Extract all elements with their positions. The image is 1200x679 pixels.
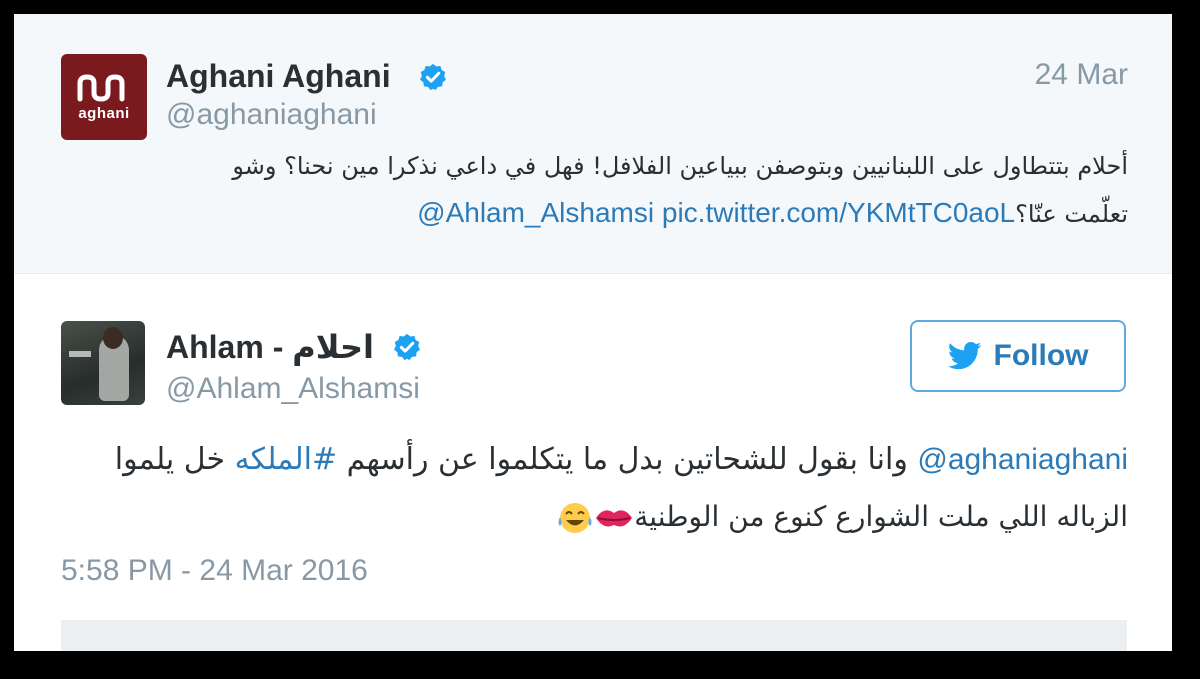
kiss-mark-icon <box>596 510 633 527</box>
avatar-caption-mark <box>69 351 91 357</box>
tweet-text-part2: خل يلموا <box>114 442 226 477</box>
tweet-timestamp[interactable]: 5:58 PM - 24 Mar 2016 <box>61 554 368 588</box>
aghani-logo-icon <box>77 73 125 102</box>
tweet-text-line2: الزباله اللي ملت الشوارع كنوع من الوطنية <box>48 500 1128 535</box>
follow-button[interactable]: Follow <box>910 320 1126 392</box>
quoted-author-name[interactable]: Aghani Aghani <box>166 58 391 95</box>
tweet-text-part3: الزباله اللي ملت الشوارع كنوع من الوطنية <box>634 500 1128 533</box>
ahlam-avatar[interactable] <box>61 321 145 405</box>
mention-link[interactable]: @Ahlam_Alshamsi <box>417 197 654 228</box>
pic-link[interactable]: pic.twitter.com/YKMtTC0aoL <box>662 197 1015 228</box>
quoted-tweet-text-arabic: تعلّمت عنّا؟ <box>1015 200 1128 228</box>
hashtag-link[interactable]: #الملكه <box>235 442 338 477</box>
verified-badge-icon <box>420 63 446 91</box>
follow-button-label: Follow <box>993 339 1089 372</box>
author-name[interactable]: Ahlam - احلام <box>166 328 374 366</box>
tweet-embed-card: aghani Aghani Aghani @aghaniaghani 24 Ma… <box>14 14 1172 651</box>
quoted-author-handle[interactable]: @aghaniaghani <box>166 98 377 132</box>
avatar-head <box>103 327 123 349</box>
quoted-tweet-date[interactable]: 24 Mar <box>1035 58 1128 92</box>
tweet-text-line1: @aghaniaghani وانا بقول للشحاتين بدل ما … <box>48 442 1128 477</box>
quoted-tweet-text-line1: أحلام بتتطاول على اللبنانيين وبتوصفن ببي… <box>232 152 1128 180</box>
twitter-bird-icon <box>947 341 981 370</box>
quoted-tweet-text-line2: تعلّمت عنّا؟ @Ahlam_Alshamsi pic.twitter.… <box>128 196 1128 229</box>
aghani-logo-text: aghani <box>78 104 130 122</box>
tears-of-joy-icon <box>558 503 592 533</box>
aghani-avatar[interactable]: aghani <box>61 54 147 140</box>
tweet-text-part1: وانا بقول للشحاتين بدل ما يتكلموا عن رأس… <box>346 442 908 477</box>
author-handle[interactable]: @Ahlam_Alshamsi <box>166 372 420 406</box>
verified-badge-icon <box>394 333 420 361</box>
media-preview-placeholder[interactable] <box>61 620 1127 651</box>
quoted-tweet[interactable]: aghani Aghani Aghani @aghaniaghani 24 Ma… <box>14 14 1172 274</box>
mention-link[interactable]: @aghaniaghani <box>917 443 1128 476</box>
